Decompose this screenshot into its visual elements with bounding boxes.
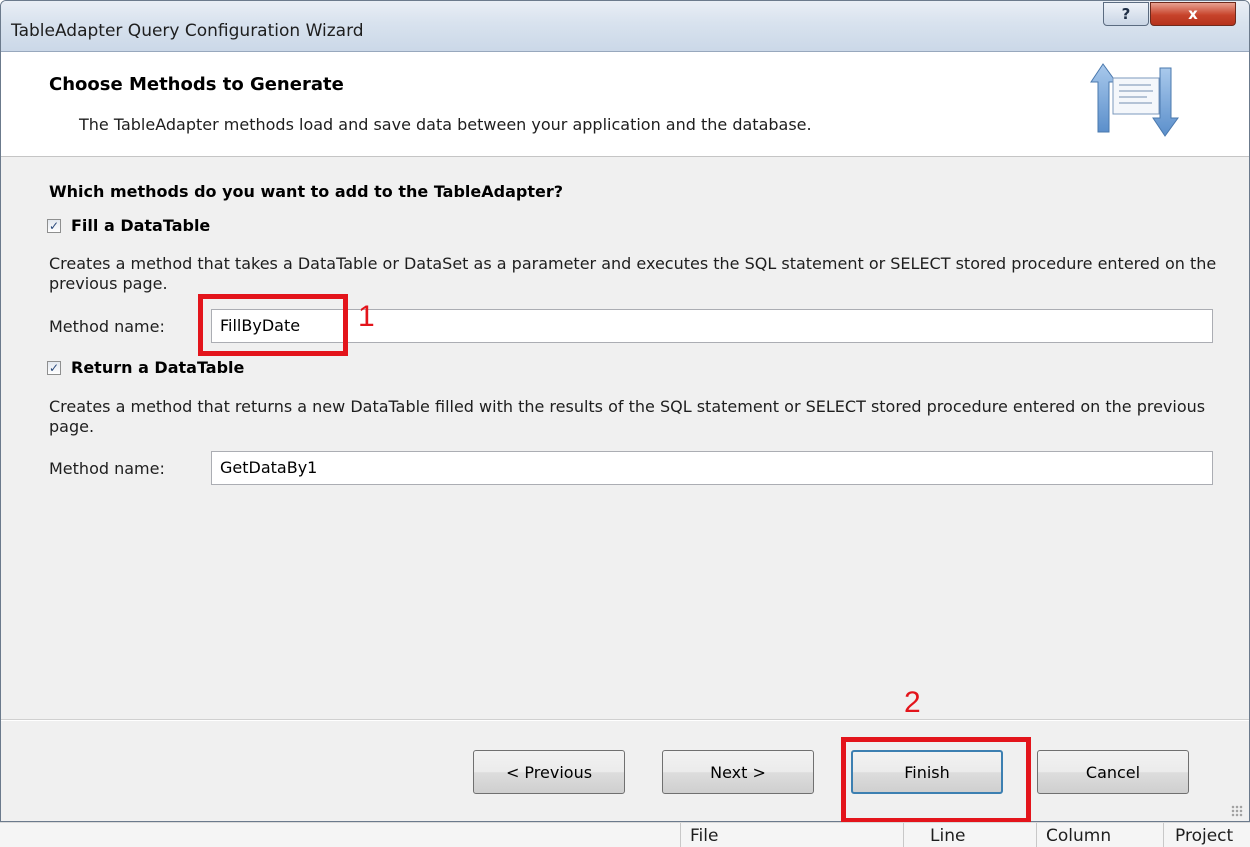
fill-description: Creates a method that takes a DataTable … <box>49 254 1217 293</box>
help-icon: ? <box>1121 5 1131 23</box>
window-title: TableAdapter Query Configuration Wizard <box>11 21 364 41</box>
help-button[interactable]: ? <box>1103 2 1149 26</box>
annotation-box-2 <box>841 737 1031 823</box>
close-button[interactable]: x <box>1150 2 1236 26</box>
ide-column-header-strip: File Line Column Project <box>0 822 1250 847</box>
data-sync-arrows-icon <box>1090 63 1179 137</box>
close-icon: x <box>1188 5 1198 23</box>
annotation-number-1: 1 <box>358 300 375 333</box>
fill-datatable-label[interactable]: Fill a DataTable <box>71 216 210 235</box>
header-banner: Choose Methods to Generate The TableAdap… <box>1 52 1249 157</box>
fill-datatable-checkbox[interactable]: ✓ <box>47 218 61 233</box>
project-column-header[interactable]: Project <box>1175 826 1233 846</box>
cancel-button[interactable]: Cancel <box>1037 750 1189 794</box>
previous-button[interactable]: < Previous <box>473 750 625 794</box>
column-column-header[interactable]: Column <box>1046 826 1111 846</box>
methods-question: Which methods do you want to add to the … <box>49 182 564 201</box>
fill-method-name-label: Method name: <box>49 317 165 336</box>
page-title: Choose Methods to Generate <box>49 74 344 95</box>
file-column-header[interactable]: File <box>690 826 718 846</box>
column-divider <box>680 823 681 847</box>
fill-datatable-option[interactable]: ✓ Fill a DataTable <box>47 216 210 235</box>
checkmark-icon: ✓ <box>48 360 60 375</box>
footer-divider <box>1 719 1249 721</box>
return-datatable-label[interactable]: Return a DataTable <box>71 358 244 377</box>
return-method-name-input[interactable]: GetDataBy1 <box>211 451 1213 485</box>
column-divider <box>1163 823 1164 847</box>
line-column-header[interactable]: Line <box>930 826 965 846</box>
wizard-window: TableAdapter Query Configuration Wizard … <box>0 0 1250 822</box>
next-button[interactable]: Next > <box>662 750 814 794</box>
return-datatable-checkbox[interactable]: ✓ <box>47 360 61 375</box>
annotation-number-2: 2 <box>904 686 921 719</box>
return-description: Creates a method that returns a new Data… <box>49 397 1206 436</box>
checkmark-icon: ✓ <box>48 218 60 233</box>
resize-grip-icon[interactable] <box>1231 805 1243 817</box>
column-divider <box>903 823 904 847</box>
annotation-box-1 <box>198 294 348 356</box>
page-subtitle: The TableAdapter methods load and save d… <box>79 115 812 134</box>
column-divider <box>1036 823 1037 847</box>
title-bar[interactable]: TableAdapter Query Configuration Wizard … <box>1 1 1249 52</box>
return-datatable-option[interactable]: ✓ Return a DataTable <box>47 358 244 377</box>
return-method-name-label: Method name: <box>49 459 165 478</box>
